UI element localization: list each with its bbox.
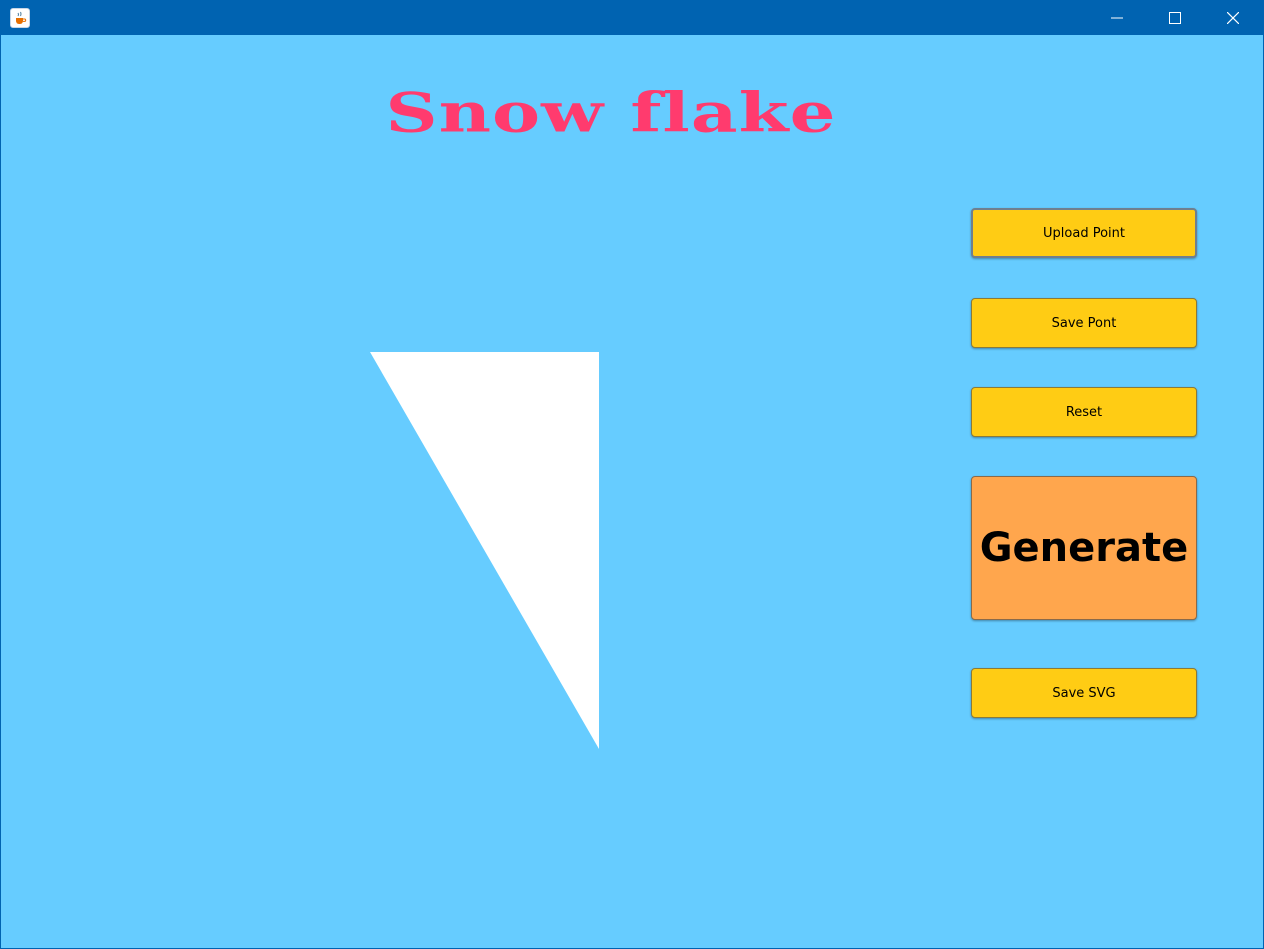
minimize-button[interactable] (1088, 1, 1146, 35)
page-title: Snow flake (385, 80, 837, 145)
save-point-button[interactable]: Save Pont (971, 298, 1197, 348)
title-bar[interactable] (1, 1, 1263, 35)
close-button[interactable] (1204, 1, 1262, 35)
java-cup-icon[interactable] (10, 8, 30, 28)
close-icon (1227, 12, 1239, 24)
upload-point-button[interactable]: Upload Point (971, 208, 1197, 258)
minimize-icon (1111, 17, 1123, 19)
save-svg-button[interactable]: Save SVG (971, 668, 1197, 718)
snowflake-seed-shape (370, 352, 599, 749)
generate-button[interactable]: Generate (971, 476, 1197, 620)
app-window: Snow flake Upload Point Save Pont Reset … (0, 0, 1264, 949)
maximize-button[interactable] (1146, 1, 1204, 35)
maximize-icon (1169, 12, 1181, 24)
reset-button[interactable]: Reset (971, 387, 1197, 437)
drawing-canvas[interactable] (2, 161, 942, 941)
